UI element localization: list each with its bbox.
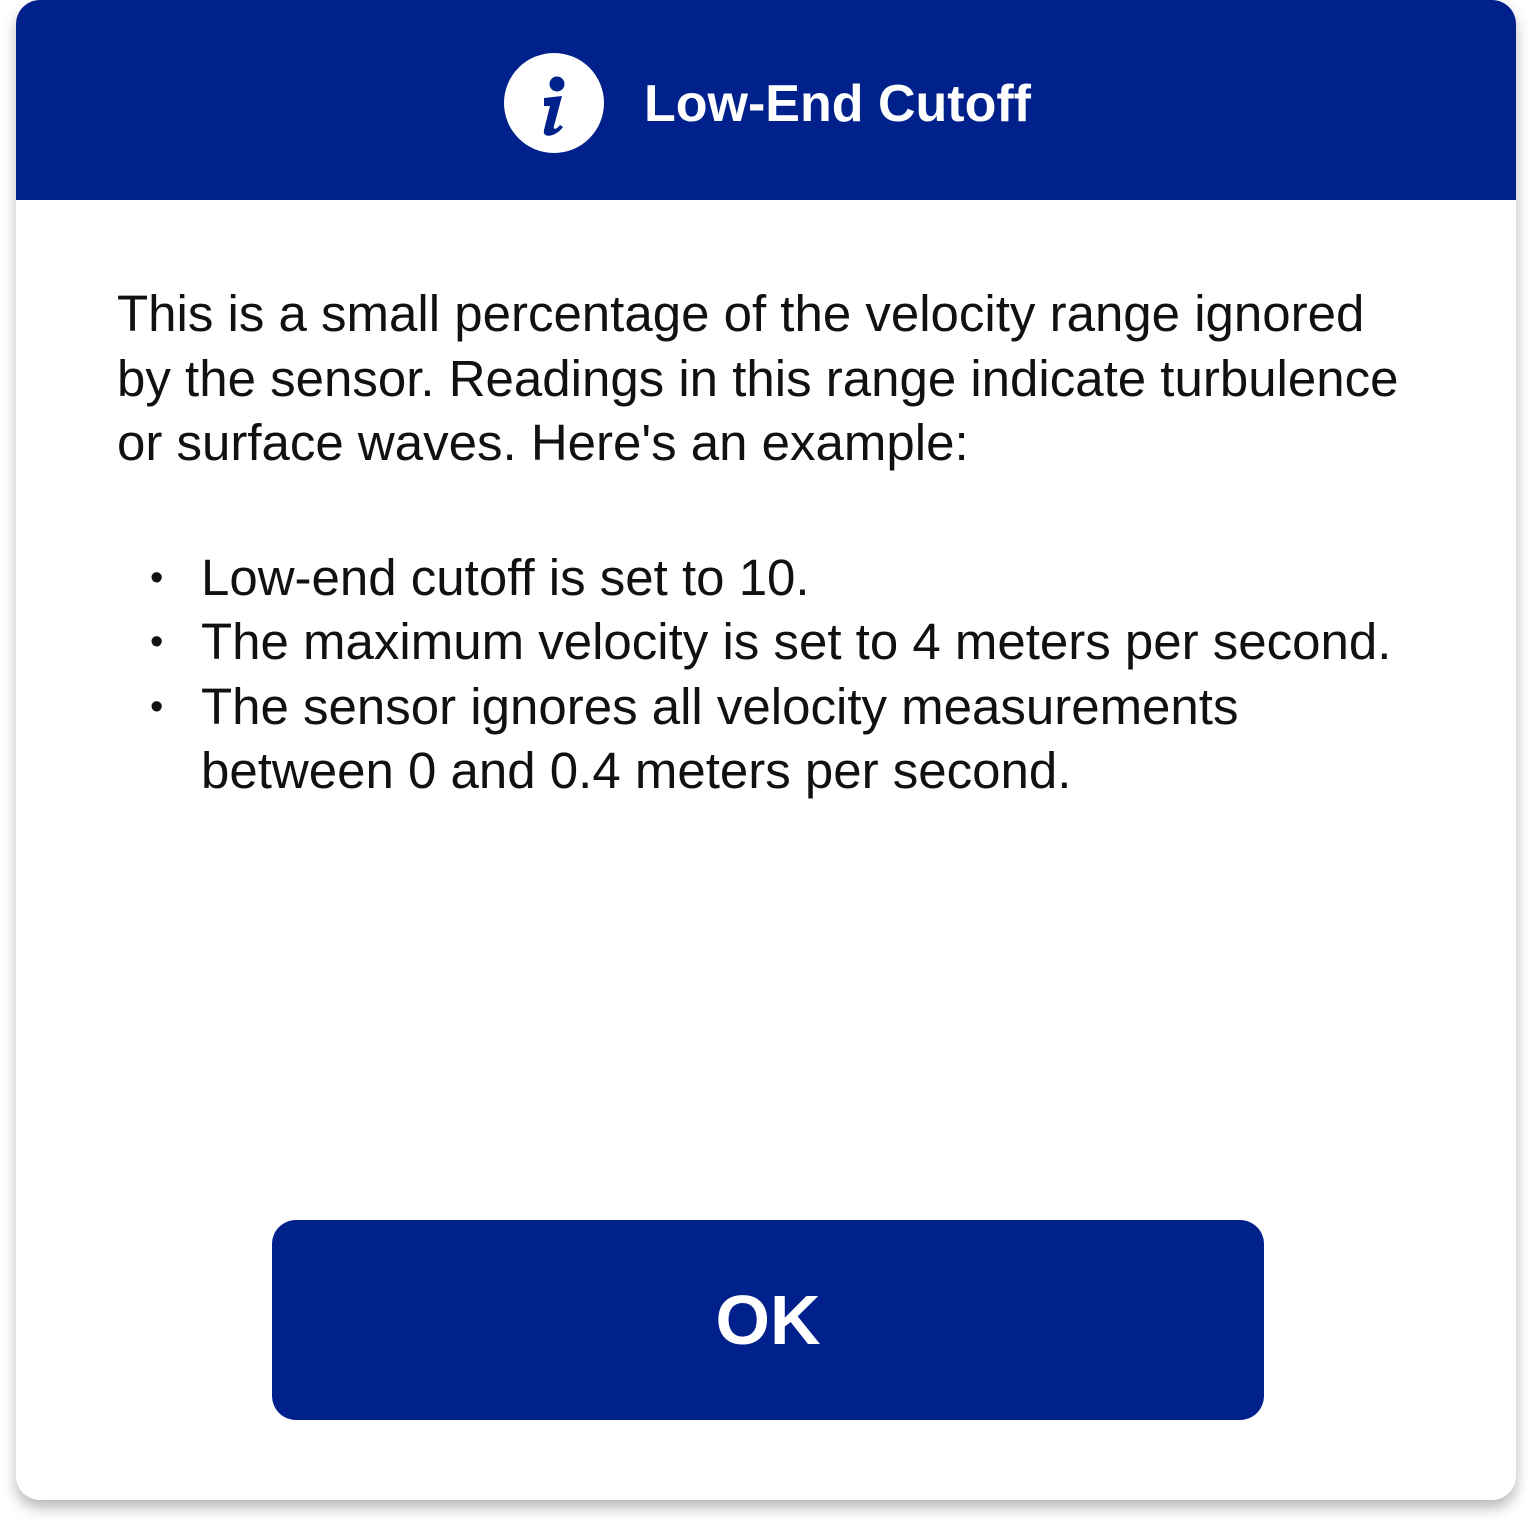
intro-text: This is a small percentage of the veloci… (117, 285, 1399, 471)
list-item-text: The sensor ignores all velocity measurem… (201, 677, 1239, 800)
dialog-title: Low-End Cutoff (644, 75, 1031, 133)
bullet-icon: • (150, 685, 164, 728)
low-end-cutoff-dialog: Low-End Cutoff This is a small percentag… (16, 0, 1516, 1500)
bullet-icon: • (150, 621, 164, 663)
bullet-icon: • (150, 556, 164, 599)
list-item-text: Low-end cutoff is set to 10. (201, 548, 810, 606)
info-icon (504, 53, 604, 153)
list-item: • The sensor ignores all velocity measur… (117, 675, 1417, 804)
list-item: • Low-end cutoff is set to 10. (117, 546, 1417, 611)
list-item: • The maximum velocity is set to 4 meter… (117, 610, 1417, 675)
dialog-header: Low-End Cutoff (16, 0, 1516, 200)
list-item-text: The maximum velocity is set to 4 meters … (201, 613, 1392, 670)
dialog-body: This is a small percentage of the veloci… (117, 282, 1417, 804)
example-list: • Low-end cutoff is set to 10. • The max… (117, 546, 1417, 804)
ok-button[interactable]: OK (272, 1220, 1264, 1420)
